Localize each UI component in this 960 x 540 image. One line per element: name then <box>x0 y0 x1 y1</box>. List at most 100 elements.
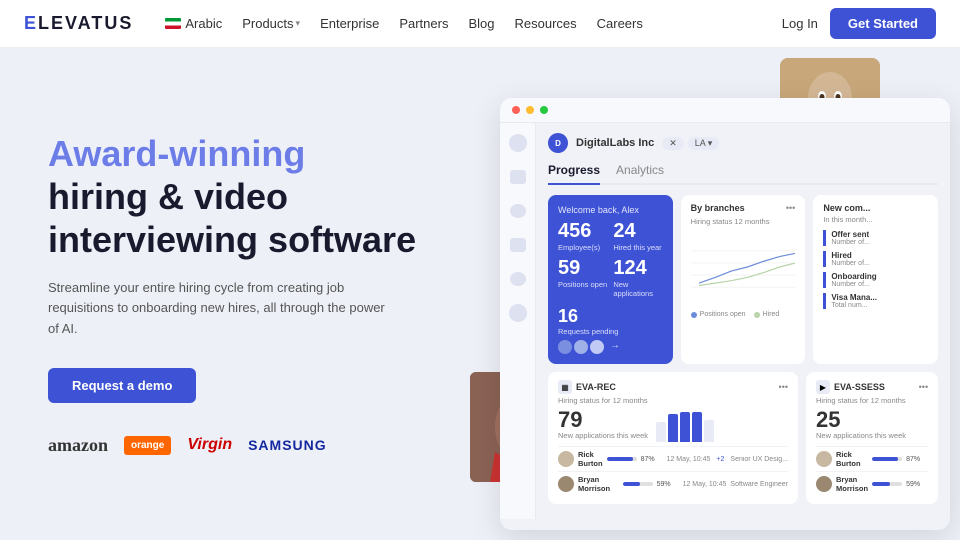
stat-hired-num: 24 <box>613 221 662 241</box>
score-bar-wrap-1 <box>607 457 637 461</box>
eva-rec-status: Hiring status for 12 months <box>558 396 788 405</box>
branch-subtitle: Hiring status 12 months <box>691 217 796 226</box>
eva-rec-icon: ▦ <box>558 380 572 394</box>
newco-label-onboarding: Onboarding <box>831 272 928 281</box>
dash-sidebar <box>500 123 536 519</box>
eva-rec-title-row: ▦ EVA-REC <box>558 380 616 394</box>
branch-more-icon[interactable]: ••• <box>786 203 795 213</box>
company-logo: D <box>548 133 568 153</box>
ssess-cand-name-1: Rick Burton <box>836 450 868 468</box>
nav-item-products[interactable]: Products ▾ <box>242 16 300 31</box>
branch-title: By branches <box>691 203 745 213</box>
newco-item-visa: Visa Mana... Total num... <box>823 293 928 309</box>
dot-red <box>512 106 520 114</box>
get-started-button[interactable]: Get Started <box>830 8 936 39</box>
eva-ssess-more[interactable]: ••• <box>919 382 928 392</box>
dash-content: D DigitalLabs Inc ✕ LA ▾ Progress Analyt… <box>500 123 950 519</box>
eva-ssess-icon: ▶ <box>816 380 830 394</box>
nav-item-careers[interactable]: Careers <box>597 16 643 31</box>
newco-item-onboarding: Onboarding Number of... <box>823 272 928 288</box>
stat-applications-label: New applications <box>613 280 662 298</box>
newco-item-hired: Hired Number of... <box>823 251 928 267</box>
logo: EELEVATUSLEVATUS <box>24 13 133 34</box>
eva-bar-2 <box>668 414 678 442</box>
pending-section: 16 Requests pending → <box>558 306 663 354</box>
ssess-cand-score-2: 59% <box>906 481 928 488</box>
dot-yellow <box>526 106 534 114</box>
cand-date-2: 12 May, 10:45 <box>683 481 727 488</box>
eva-bar-5 <box>704 420 714 442</box>
hero-subtitle: Streamline your entire hiring cycle from… <box>48 278 388 340</box>
newco-val-hired: Number of... <box>831 260 928 267</box>
ssess-candidate-row-1: Rick Burton 87% <box>816 446 928 471</box>
cand-name-1: Rick Burton <box>578 450 603 468</box>
ssess-score-bar-2 <box>872 482 890 486</box>
eva-ssess-header: ▶ EVA-SSESS ••• <box>816 380 928 394</box>
newco-item-offer: Offer sent Number of... <box>823 230 928 246</box>
eva-rec-stats-row: 79 New applications this week <box>558 409 788 446</box>
nav-item-enterprise[interactable]: Enterprise <box>320 16 379 31</box>
candidate-row-1: Rick Burton 87% 12 May, 10:45 +2 Senior … <box>558 446 788 471</box>
newco-rows: Offer sent Number of... Hired Number of.… <box>823 230 928 309</box>
sidebar-icon-1 <box>508 133 528 153</box>
nav-item-blog[interactable]: Blog <box>468 16 494 31</box>
tag-x: ✕ <box>662 137 684 150</box>
demo-button[interactable]: Request a demo <box>48 368 196 403</box>
newco-val-offer: Number of... <box>831 239 928 246</box>
eva-ssess-num-label: New applications this week <box>816 431 928 440</box>
eva-rec-num-label: New applications this week <box>558 431 648 440</box>
newco-label-visa: Visa Mana... <box>831 293 928 302</box>
eva-bar-1 <box>656 422 666 442</box>
stat-employees: 456 Employee(s) <box>558 221 607 252</box>
nav-items: Arabic Products ▾ Enterprise Partners Bl… <box>165 16 643 31</box>
tab-analytics[interactable]: Analytics <box>616 163 664 183</box>
cand-avatar-1 <box>558 451 574 467</box>
score-bar-1 <box>607 457 633 461</box>
ssess-cand-avatar-2 <box>816 476 832 492</box>
score-bar-wrap-2 <box>623 482 653 486</box>
samsung-logo: SAMSUNG <box>248 437 327 453</box>
amazon-logo: amazon <box>48 435 108 456</box>
ssess-score-bar-wrap-1 <box>872 457 902 461</box>
stat-positions: 59 Positions open <box>558 258 607 298</box>
sidebar-icon-5 <box>508 269 528 289</box>
nav-item-resources[interactable]: Resources <box>514 16 576 31</box>
eva-rec-name: EVA-REC <box>576 382 616 392</box>
eva-rec-card: ▦ EVA-REC ••• Hiring status for 12 month… <box>548 372 798 504</box>
dot-green <box>540 106 548 114</box>
mini-avatar-2 <box>574 340 588 354</box>
ssess-cand-score-1: 87% <box>906 456 928 463</box>
pending-avatars: → <box>558 340 663 354</box>
stats-grid: Welcome back, Alex 456 Employee(s) 24 Hi… <box>548 195 938 364</box>
hero-title-rest: hiring & video interviewing software <box>48 176 416 260</box>
hero-title-highlight: Award-winning <box>48 133 305 174</box>
login-link[interactable]: Log In <box>782 16 818 31</box>
cand-score-2: 59% <box>657 481 679 488</box>
sidebar-icon-4 <box>508 235 528 255</box>
ssess-score-bar-1 <box>872 457 898 461</box>
branch-legend: Positions open Hired <box>691 311 796 318</box>
newco-label-offer: Offer sent <box>831 230 928 239</box>
stat-hired: 24 Hired this year <box>613 221 662 252</box>
stat-applications: 124 New applications <box>613 258 662 298</box>
legend-dot-positions <box>691 312 697 318</box>
tab-progress[interactable]: Progress <box>548 163 600 185</box>
nav-item-partners[interactable]: Partners <box>399 16 448 31</box>
cand-plus-1: +2 <box>716 456 724 463</box>
eva-ssess-status: Hiring status for 12 months <box>816 396 928 405</box>
sidebar-icon-2 <box>508 167 528 187</box>
newco-label-hired: Hired <box>831 251 928 260</box>
stat-card-blue: Welcome back, Alex 456 Employee(s) 24 Hi… <box>548 195 673 364</box>
eva-rec-bars <box>656 412 714 442</box>
company-tags: ✕ LA ▾ <box>662 137 719 150</box>
nav-item-arabic[interactable]: Arabic <box>165 16 222 31</box>
eva-ssess-big-num: 25 <box>816 409 928 431</box>
eva-rec-more[interactable]: ••• <box>779 382 788 392</box>
eva-rec-header: ▦ EVA-REC ••• <box>558 380 788 394</box>
navbar: EELEVATUSLEVATUS Arabic Products ▾ Enter… <box>0 0 960 48</box>
company-row: D DigitalLabs Inc ✕ LA ▾ <box>548 133 938 153</box>
dash-tabs: Progress Analytics <box>548 163 938 185</box>
cand-name-2: Bryan Morrison <box>578 475 619 493</box>
bottom-row: ▦ EVA-REC ••• Hiring status for 12 month… <box>548 372 938 504</box>
flag-icon <box>165 18 181 29</box>
